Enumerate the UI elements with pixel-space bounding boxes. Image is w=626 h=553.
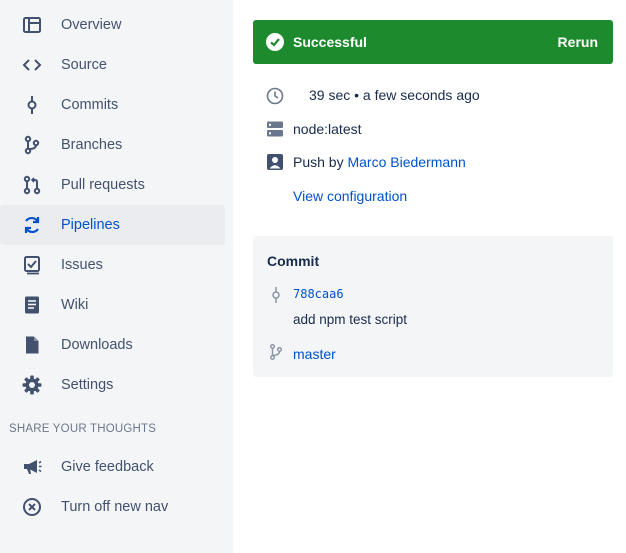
sidebar-item-label: Source (61, 57, 107, 73)
close-circle-icon (22, 497, 42, 517)
commit-hash-link[interactable]: 788caa6 (293, 287, 344, 301)
pipelines-icon (22, 215, 42, 235)
commit-message: add npm test script (293, 312, 408, 327)
trigger-prefix: Push by (293, 154, 344, 170)
gear-icon (22, 375, 42, 395)
sidebar-item-source[interactable]: Source (0, 45, 225, 85)
issues-icon (22, 255, 42, 275)
status-label: Successful (293, 34, 367, 50)
duration-text: 39 sec • a few seconds ago (309, 87, 480, 103)
branch-icon (22, 135, 42, 155)
sidebar: Overview Source Commits Branches Pull re… (0, 0, 233, 553)
branch-link[interactable]: master (293, 346, 336, 362)
check-circle-icon (266, 33, 284, 51)
pipeline-status-bar: Successful Rerun (253, 20, 613, 64)
sidebar-item-settings[interactable]: Settings (0, 365, 225, 405)
file-icon (22, 335, 42, 355)
sidebar-item-label: Issues (61, 257, 103, 273)
commit-title: Commit (267, 253, 320, 269)
commit-panel: Commit 788caa6 add npm test script maste… (253, 236, 613, 377)
sidebar-item-label: Pipelines (61, 217, 120, 233)
sidebar-item-pull-requests[interactable]: Pull requests (0, 165, 225, 205)
user-icon (267, 154, 283, 170)
sidebar-item-label: Turn off new nav (61, 499, 169, 515)
sidebar-item-pipelines[interactable]: Pipelines (0, 205, 225, 245)
clock-icon (266, 87, 284, 105)
sidebar-item-overview[interactable]: Overview (0, 5, 225, 45)
sidebar-item-issues[interactable]: Issues (0, 245, 225, 285)
megaphone-icon (22, 457, 42, 477)
rerun-button[interactable]: Rerun (558, 34, 598, 50)
sidebar-item-label: Overview (61, 17, 122, 33)
sidebar-item-label: Give feedback (61, 459, 154, 475)
sidebar-item-commits[interactable]: Commits (0, 85, 225, 125)
pull-request-icon (22, 175, 42, 195)
section-title: SHARE YOUR THOUGHTS (9, 423, 157, 435)
view-configuration-link[interactable]: View configuration (293, 188, 407, 204)
turn-off-new-nav-button[interactable]: Turn off new nav (0, 487, 225, 527)
sidebar-item-label: Pull requests (61, 177, 145, 193)
sidebar-item-label: Downloads (61, 337, 133, 353)
sidebar-item-downloads[interactable]: Downloads (0, 325, 225, 365)
sidebar-item-wiki[interactable]: Wiki (0, 285, 225, 325)
image-name: node:latest (293, 121, 362, 137)
sidebar-item-label: Wiki (61, 297, 89, 313)
trigger-text: Push by Marco Biedermann (293, 154, 466, 170)
branch-icon (270, 344, 282, 360)
code-icon (22, 55, 42, 75)
server-icon (267, 121, 283, 137)
sidebar-item-label: Settings (61, 377, 114, 393)
wiki-icon (22, 295, 42, 315)
sidebar-item-branches[interactable]: Branches (0, 125, 225, 165)
overview-icon (22, 15, 42, 35)
commit-icon (272, 287, 280, 303)
sidebar-item-label: Branches (61, 137, 123, 153)
commit-icon (22, 95, 42, 115)
give-feedback-button[interactable]: Give feedback (0, 447, 225, 487)
sidebar-item-label: Commits (61, 97, 119, 113)
author-link[interactable]: Marco Biedermann (347, 154, 465, 170)
